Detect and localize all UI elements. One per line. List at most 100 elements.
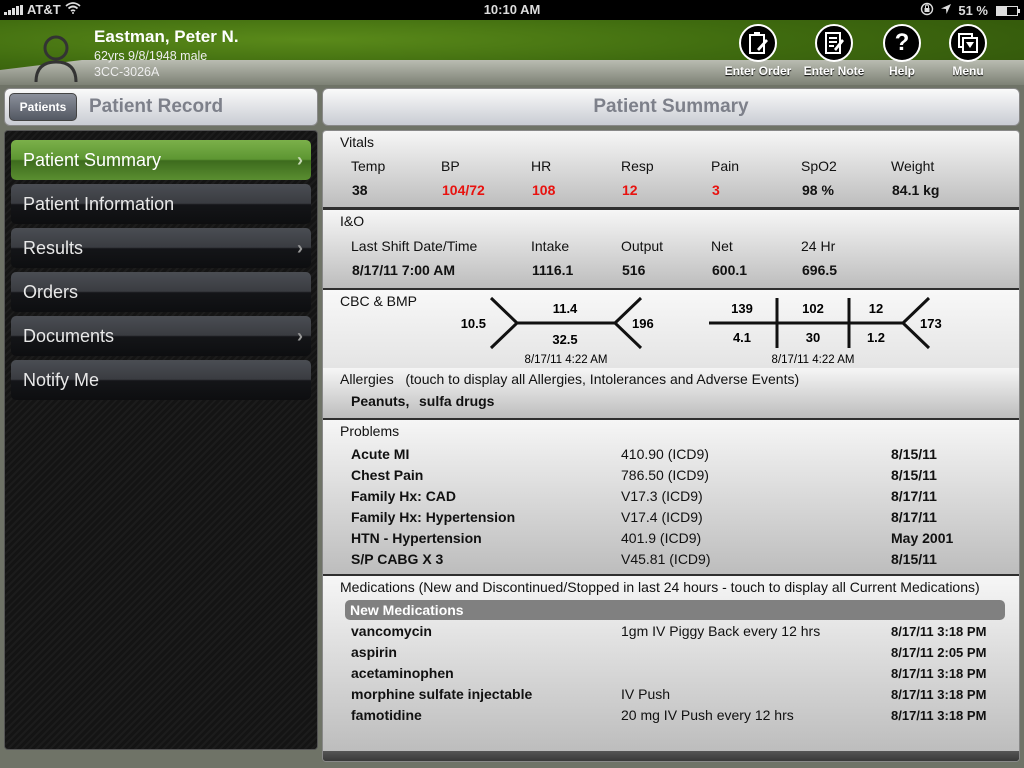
cbc-timestamp: 8/17/11 4:22 AM xyxy=(525,354,608,366)
menu-dropdown-icon xyxy=(949,24,987,62)
nav-item-patient-summary[interactable]: Patient Summary › xyxy=(11,140,311,180)
nav-item-notify-me[interactable]: Notify Me xyxy=(11,360,311,400)
medication-datetime: 8/17/11 3:18 PM xyxy=(891,624,987,639)
main-title: Patient Summary xyxy=(322,88,1020,126)
patient-avatar-icon xyxy=(30,32,82,83)
section-title: Medications (New and Discontinued/Stoppe… xyxy=(340,579,980,595)
left-panel-header: Patients Patient Record xyxy=(4,88,318,126)
vitals-section[interactable]: Vitals Temp BP HR Resp Pain SpO2 Weight … xyxy=(323,131,1019,207)
io-value: 1116.1 xyxy=(532,262,574,278)
problem-code: V45.81 (ICD9) xyxy=(621,551,711,567)
problem-name: Family Hx: CAD xyxy=(351,488,457,504)
location-icon xyxy=(940,3,952,18)
clock: 10:10 AM xyxy=(483,2,541,17)
problem-name: S/P CABG X 3 xyxy=(351,551,444,567)
patient-details: 62yrs 9/8/1948 male 3CC-3026A xyxy=(94,48,207,80)
left-panel-title: Patient Record xyxy=(89,96,224,117)
problem-date: 8/15/11 xyxy=(891,467,937,483)
problem-date: 8/15/11 xyxy=(891,551,937,567)
medication-name: aspirin xyxy=(351,644,397,660)
cbc-hct: 32.5 xyxy=(552,332,577,347)
bmp-na: 139 xyxy=(731,301,753,316)
io-value: 516 xyxy=(622,262,646,278)
medication-name: acetaminophen xyxy=(351,665,454,681)
cbc-wbc: 10.5 xyxy=(461,316,486,331)
vital-value-temp: 38 xyxy=(352,182,368,198)
bmp-glu: 173 xyxy=(920,316,942,331)
menu-button[interactable]: Menu xyxy=(928,24,1008,78)
vital-value-hr: 108 xyxy=(532,182,556,198)
cbc-left-bracket xyxy=(489,296,520,350)
medication-datetime: 8/17/11 2:05 PM xyxy=(891,645,987,660)
vital-value-pain: 3 xyxy=(712,182,720,198)
problem-date: 8/17/11 xyxy=(891,509,937,525)
problem-name: HTN - Hypertension xyxy=(351,530,482,546)
io-label: Net xyxy=(711,238,733,254)
bmp-cl: 102 xyxy=(802,301,824,316)
medication-name: vancomycin xyxy=(351,623,432,639)
nav-item-label: Notify Me xyxy=(23,370,100,390)
bmp-fishbone: 139 102 12 4.1 30 1.2 173 8/17/11 4:22 A… xyxy=(709,296,942,366)
allergies-hint: (touch to display all Allergies, Intoler… xyxy=(405,371,800,387)
vital-label: Temp xyxy=(351,158,386,174)
enter-order-button[interactable]: Enter Order xyxy=(718,24,798,78)
medication-datetime: 8/17/11 3:18 PM xyxy=(891,708,987,723)
vital-label: SpO2 xyxy=(801,158,837,174)
nav-item-label: Results xyxy=(23,238,84,258)
bmp-bun: 12 xyxy=(869,301,883,316)
problem-code: V17.3 (ICD9) xyxy=(621,488,703,504)
nav-item-patient-information[interactable]: Patient Information xyxy=(11,184,311,224)
problem-date: 8/15/11 xyxy=(891,446,937,462)
bmp-timestamp: 8/17/11 4:22 AM xyxy=(772,354,855,366)
patients-back-button[interactable]: Patients xyxy=(9,93,77,121)
vital-label: Weight xyxy=(891,158,935,174)
section-title: I&O xyxy=(340,213,365,229)
problem-date: May 2001 xyxy=(891,530,954,546)
medication-datetime: 8/17/11 3:18 PM xyxy=(891,687,987,702)
section-title: Vitals xyxy=(340,134,374,150)
cbc-hgb: 11.4 xyxy=(553,301,578,316)
summary-panel: Vitals Temp BP HR Resp Pain SpO2 Weight … xyxy=(322,130,1020,762)
problem-code: 786.50 (ICD9) xyxy=(621,467,709,483)
vital-value-weight: 84.1 kg xyxy=(892,182,940,198)
medication-instructions: 1gm IV Piggy Back every 12 hrs xyxy=(621,623,821,639)
io-value: 600.1 xyxy=(712,262,748,278)
allergies-section[interactable]: Allergies (touch to display all Allergie… xyxy=(323,368,1019,418)
io-section[interactable]: I&O Last Shift Date/Time Intake Output N… xyxy=(323,210,1019,288)
vital-label: Pain xyxy=(711,158,740,174)
problem-code: V17.4 (ICD9) xyxy=(621,509,703,525)
io-value: 8/17/11 7:00 AM xyxy=(352,262,455,278)
enter-order-label: Enter Order xyxy=(724,64,792,78)
problem-name: Acute MI xyxy=(351,446,410,462)
new-medications-header: New Medications xyxy=(345,600,1005,620)
nav-item-results[interactable]: Results › xyxy=(11,228,311,268)
vital-label: HR xyxy=(531,158,552,174)
problems-section[interactable]: Problems Acute MI 410.90 (ICD9) 8/15/11 Che… xyxy=(323,420,1019,574)
medications-section[interactable]: Medications (New and Discontinued/Stoppe… xyxy=(323,576,1019,751)
io-value: 696.5 xyxy=(802,262,838,278)
vital-value-bp: 104/72 xyxy=(442,182,485,198)
chevron-right-icon: › xyxy=(297,326,303,346)
io-label: 24 Hr xyxy=(801,238,836,254)
patient-name: Eastman, Peter N. xyxy=(94,27,239,46)
battery-icon xyxy=(996,5,1020,16)
medication-instructions: 20 mg IV Push every 12 hrs xyxy=(621,707,794,723)
problem-name: Family Hx: Hypertension xyxy=(351,509,516,525)
menu-label: Menu xyxy=(952,64,984,78)
clipboard-pen-icon xyxy=(739,24,777,62)
question-icon: ? xyxy=(883,24,921,62)
vital-label: BP xyxy=(441,158,460,174)
nav-item-orders[interactable]: Orders xyxy=(11,272,311,312)
io-label: Intake xyxy=(531,238,570,254)
chevron-right-icon: › xyxy=(297,150,303,170)
nav-item-label: Patient Summary xyxy=(23,150,162,170)
chevron-right-icon: › xyxy=(297,238,303,258)
vital-value-spo2: 98 % xyxy=(802,182,834,198)
labs-section[interactable]: CBC & BMP 10.5 11.4 32.5 196 8/17/11 4:2… xyxy=(323,290,1019,368)
section-title: Problems xyxy=(340,423,400,439)
medication-datetime: 8/17/11 3:18 PM xyxy=(891,666,987,681)
status-bar: AT&T 10:10 AM 51 % xyxy=(0,0,1024,20)
lab-fishbone-diagrams: 10.5 11.4 32.5 196 8/17/11 4:22 AM 139 1… xyxy=(461,296,942,366)
bmp-cr: 1.2 xyxy=(867,330,885,345)
nav-item-documents[interactable]: Documents › xyxy=(11,316,311,356)
